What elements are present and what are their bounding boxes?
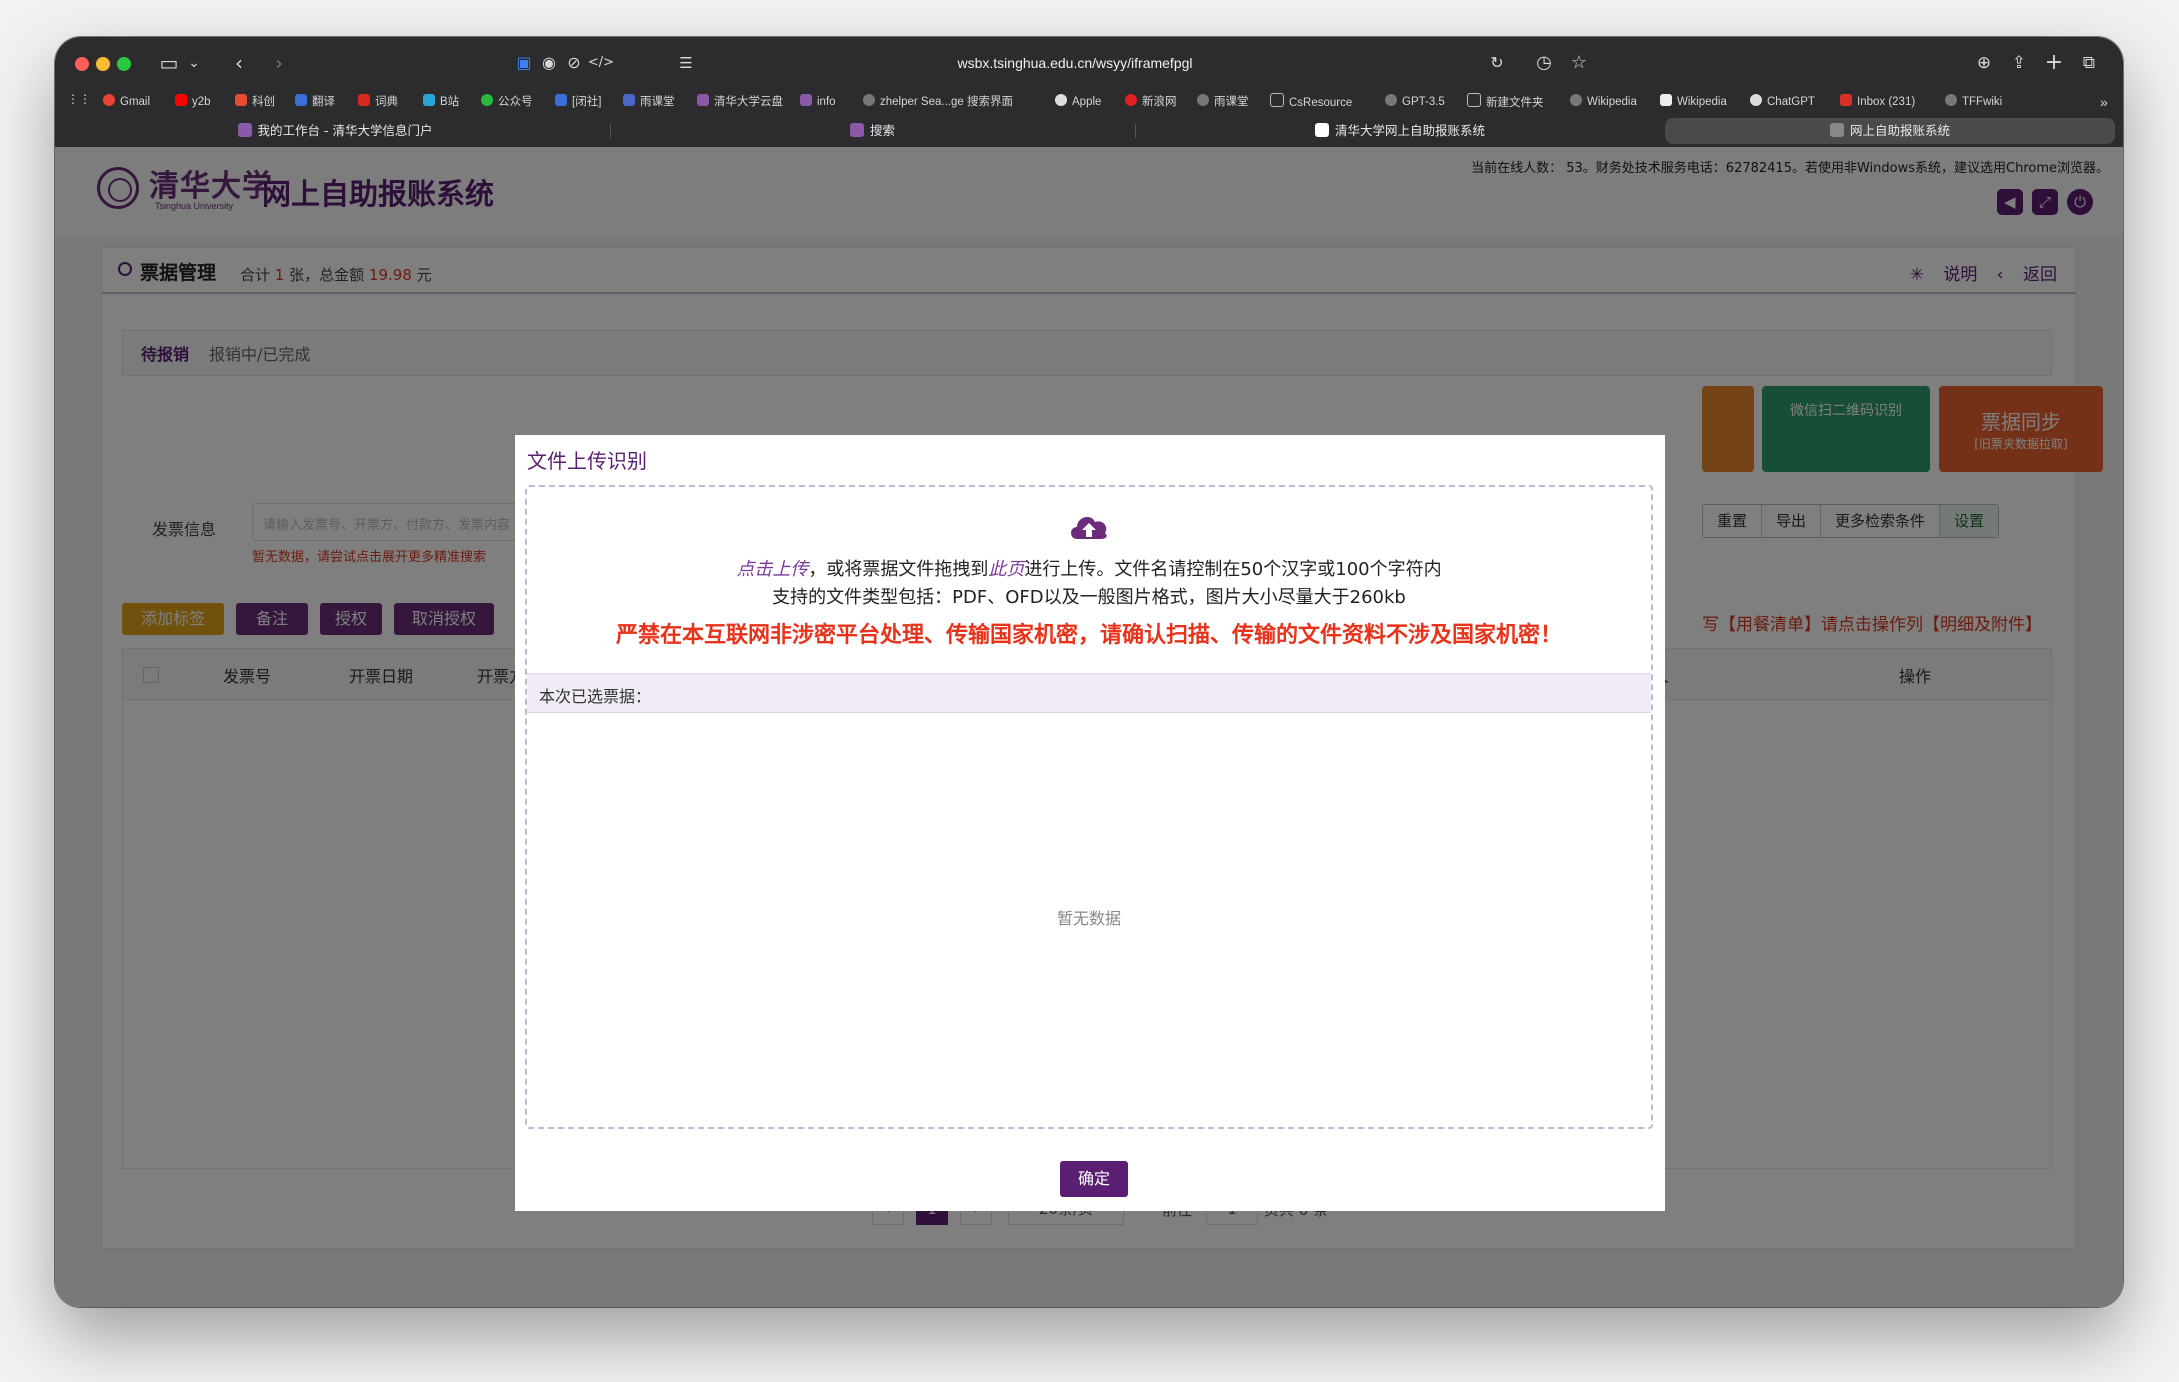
bookmark-item[interactable]: 科创 — [235, 93, 275, 111]
share-icon[interactable]: ⇪ — [2005, 49, 2033, 77]
page-icon — [1829, 123, 1844, 137]
bookmark-item[interactable]: 雨课堂 — [1197, 93, 1249, 111]
maximize-window-button[interactable] — [117, 57, 131, 71]
browser-tab[interactable]: 搜索 — [615, 118, 1130, 144]
globe-icon — [1197, 94, 1209, 106]
star-icon[interactable]: ☆ — [1565, 49, 1593, 77]
file-dropzone[interactable]: 点击上传，或将票据文件拖拽到此页进行上传。文件名请控制在50个汉字或100个字符… — [525, 485, 1653, 1129]
browser-tab-active[interactable]: 网上自助报账系统 — [1665, 118, 2115, 144]
bookmark-folder[interactable]: 新建文件夹 — [1467, 93, 1544, 111]
new-tab-icon[interactable]: + — [2040, 49, 2068, 77]
tsinghua-icon — [849, 123, 864, 137]
upload-dialog: 文件上传识别 点击上传，或将票据文件拖拽到此页进行上传。文件名请控制在50个汉字… — [515, 435, 1665, 1211]
globe-icon — [1570, 94, 1582, 106]
forward-arrow-icon[interactable]: › — [265, 49, 293, 77]
bookmark-icon — [235, 94, 247, 106]
close-window-button[interactable] — [75, 57, 89, 71]
sidebar-toggle-icon[interactable]: ▭ — [155, 49, 183, 77]
modal-overlay[interactable]: 文件上传识别 点击上传，或将票据文件拖拽到此页进行上传。文件名请控制在50个汉字… — [55, 147, 2123, 1307]
download-icon[interactable]: ⊕ — [1970, 49, 1998, 77]
tsinghua-icon — [237, 123, 252, 137]
bookmark-icon — [555, 94, 567, 106]
extension-icon[interactable]: ▣ — [510, 49, 538, 77]
bookmark-item[interactable]: Gmail — [103, 93, 150, 111]
bookmark-item[interactable]: Apple — [1055, 93, 1101, 111]
bookmark-item[interactable]: 翻译 — [295, 93, 335, 111]
back-arrow-icon[interactable]: ‹ — [225, 49, 253, 77]
bookmark-item[interactable]: 雨课堂 — [623, 93, 675, 111]
bookmark-folder[interactable]: CsResource — [1270, 93, 1352, 111]
cloud-icon — [1314, 123, 1329, 137]
bookmark-item[interactable]: 新浪网 — [1125, 93, 1177, 111]
bookmark-item[interactable]: ChatGPT — [1750, 93, 1815, 111]
empty-state: 暂无数据 — [1056, 909, 1121, 928]
browser-toolbar: ▭ ⌄ ‹ › ▣ ◉ ⊘ </> ☰ wsbx.tsinghua.edu.cn… — [55, 37, 2123, 89]
browser-chrome: ▭ ⌄ ‹ › ▣ ◉ ⊘ </> ☰ wsbx.tsinghua.edu.cn… — [55, 37, 2123, 147]
file-type-note: 支持的文件类型包括：PDF、OFD以及一般图片格式，图片大小尽量大于260kb — [772, 587, 1406, 608]
tab-strip: 我的工作台 - 清华大学信息门户 搜索 清华大学网上自助报账系统 网上自助报账系… — [55, 116, 2123, 146]
folder-icon — [1467, 93, 1481, 107]
bookmark-item[interactable]: Wikipedia — [1570, 93, 1637, 111]
translate-icon — [295, 94, 307, 106]
security-warning: 严禁在本互联网非涉密平台处理、传输国家机密，请确认扫描、传输的文件资料不涉及国家… — [615, 623, 1562, 648]
bookmark-item[interactable]: 词典 — [358, 93, 398, 111]
bookmark-item[interactable]: B站 — [423, 93, 459, 111]
chevron-down-icon[interactable]: ⌄ — [180, 49, 208, 77]
confirm-button[interactable]: 确定 — [1060, 1161, 1128, 1197]
bookmark-item[interactable]: zhelper Sea...ge 搜索界面 — [863, 93, 1013, 111]
sina-icon — [1125, 94, 1137, 106]
bookmarks-bar: ⋮⋮ Gmail y2b 科创 翻译 词典 B站 公众号 [闭社] 雨课堂 清华… — [55, 89, 2123, 115]
google-icon — [103, 94, 115, 106]
bookmark-item[interactable]: TFFwiki — [1945, 93, 2002, 111]
cloud-upload-icon[interactable] — [1067, 509, 1111, 545]
bookmark-item[interactable]: GPT-3.5 — [1385, 93, 1445, 111]
tsinghua-icon — [800, 94, 812, 106]
reload-icon[interactable]: ↻ — [1483, 49, 1511, 77]
dictionary-icon — [358, 94, 370, 106]
globe-icon — [1385, 94, 1397, 106]
selected-invoices-bar: 本次已选票据： — [527, 673, 1651, 713]
extension-icon[interactable]: ⊘ — [560, 49, 588, 77]
upload-instructions: 点击上传，或将票据文件拖拽到此页进行上传。文件名请控制在50个汉字或100个字符… — [736, 559, 1442, 580]
apps-grid-icon[interactable]: ⋮⋮ — [65, 85, 93, 113]
click-upload-link[interactable]: 点击上传 — [736, 559, 808, 580]
this-page-link: 此页 — [988, 559, 1025, 580]
dialog-title: 文件上传识别 — [527, 449, 647, 473]
tsinghua-icon — [697, 94, 709, 106]
wechat-icon — [481, 94, 493, 106]
bookmark-item[interactable]: [闭社] — [555, 93, 601, 111]
chatgpt-icon — [1750, 94, 1762, 106]
url-bar[interactable]: wsbx.tsinghua.edu.cn/wsyy/iframefpgl — [755, 51, 1395, 75]
tab-divider — [1135, 124, 1136, 138]
bilibili-icon — [423, 94, 435, 106]
gmail-icon — [1840, 94, 1852, 106]
chevron-right-icon[interactable]: » — [2100, 93, 2108, 111]
history-icon[interactable]: ◷ — [1530, 49, 1558, 77]
page-settings-icon[interactable]: ☰ — [672, 49, 700, 77]
apple-icon — [1055, 94, 1067, 106]
globe-icon — [863, 94, 875, 106]
bookmark-item[interactable]: 清华大学云盘 — [697, 93, 783, 111]
bookmark-item[interactable]: 公众号 — [481, 93, 533, 111]
browser-window: ▭ ⌄ ‹ › ▣ ◉ ⊘ </> ☰ wsbx.tsinghua.edu.cn… — [55, 37, 2123, 1307]
bookmark-item[interactable]: Wikipedia — [1660, 93, 1727, 111]
folder-icon — [1270, 93, 1284, 107]
wikipedia-icon — [1660, 94, 1672, 106]
selected-invoices-label: 本次已选票据： — [539, 687, 652, 706]
globe-icon — [1945, 94, 1957, 106]
bookmark-item[interactable]: Inbox (231) — [1840, 93, 1915, 111]
tab-divider — [610, 124, 611, 138]
minimize-window-button[interactable] — [96, 57, 110, 71]
bookmark-item[interactable]: y2b — [175, 93, 211, 111]
tab-overview-icon[interactable]: ⧉ — [2075, 49, 2103, 77]
dev-tools-icon[interactable]: </> — [587, 49, 615, 77]
youtube-icon — [175, 94, 187, 106]
browser-tab[interactable]: 清华大学网上自助报账系统 — [1140, 118, 1660, 144]
browser-tab[interactable]: 我的工作台 - 清华大学信息门户 — [65, 118, 605, 144]
bookmark-item[interactable]: info — [800, 93, 836, 111]
extension-icon[interactable]: ◉ — [535, 49, 563, 77]
rain-classroom-icon — [623, 94, 635, 106]
